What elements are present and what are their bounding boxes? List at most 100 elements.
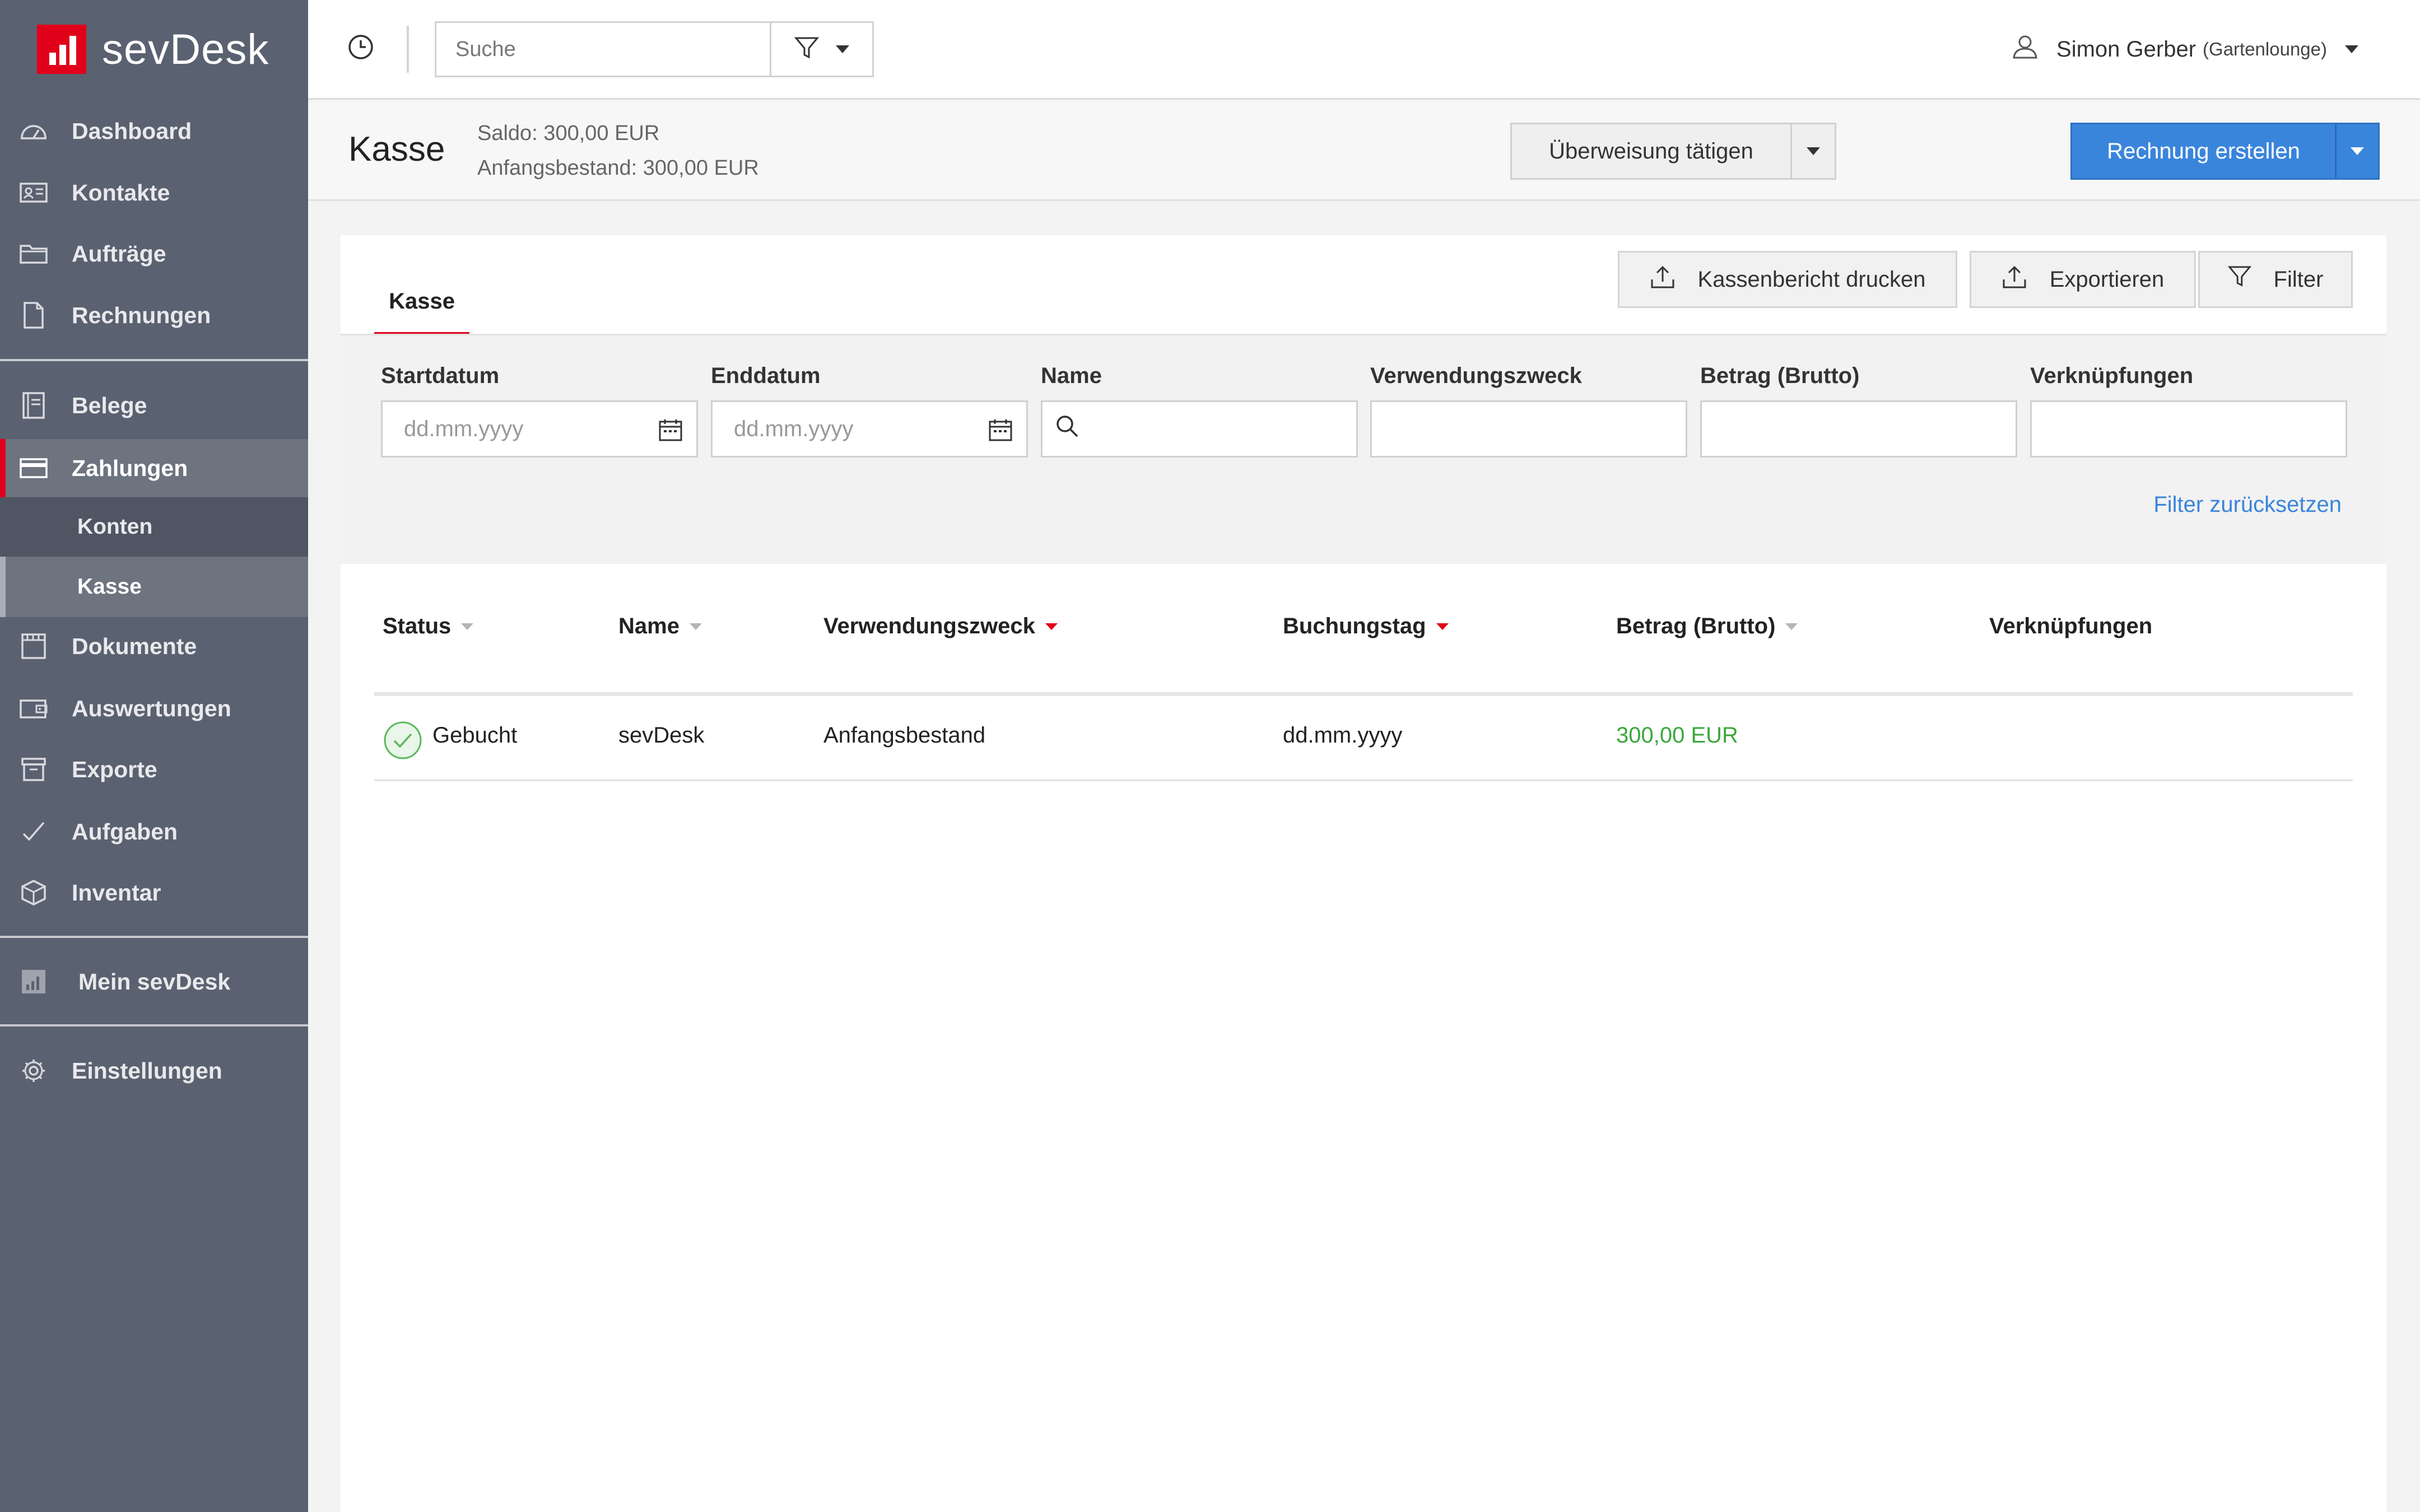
filter-label-verknuepfungen: Verknüpfungen	[2030, 363, 2194, 388]
end-date-placeholder: dd.mm.yyyy	[734, 416, 854, 441]
credit-card-icon	[19, 454, 48, 483]
column-header-verknuepfungen: Verknüpfungen	[1989, 614, 2152, 639]
sidebar-item-aufgaben[interactable]: Aufgaben	[0, 804, 308, 860]
transfer-button-group: Überweisung tätigen	[1510, 123, 1836, 180]
sidebar-item-label: Aufträge	[72, 240, 166, 267]
balance-info: Saldo: 300,00 EUR Anfangsbestand: 300,00…	[477, 116, 759, 185]
sidebar-item-kontakte[interactable]: Kontakte	[0, 165, 308, 221]
sidebar-item-auswertungen[interactable]: Auswertungen	[0, 680, 308, 736]
filter-button[interactable]: Filter	[2198, 251, 2353, 308]
funnel-icon	[2227, 265, 2251, 294]
sidebar-item-zahlungen[interactable]: Zahlungen	[0, 439, 308, 497]
end-date-input[interactable]: dd.mm.yyyy	[711, 400, 1028, 458]
search-filter-button[interactable]	[770, 21, 874, 77]
filter-label-verwendungszweck: Verwendungszweck	[1370, 363, 1582, 388]
user-menu[interactable]: Simon Gerber (Gartenlounge)	[2012, 27, 2358, 72]
sidebar-item-label: Inventar	[72, 879, 161, 906]
invoice-dropdown-button[interactable]	[2337, 124, 2378, 178]
receipts-icon	[19, 391, 48, 420]
logo-bars-icon	[37, 25, 86, 74]
create-invoice-button[interactable]: Rechnung erstellen	[2072, 124, 2337, 178]
search-placeholder: Suche	[455, 37, 516, 61]
sidebar-item-exporte[interactable]: Exporte	[0, 741, 308, 797]
column-header-label: Verwendungszweck	[823, 614, 1035, 638]
dashboard-icon	[19, 116, 48, 146]
sidebar-divider	[0, 936, 308, 938]
cell-status: Gebucht	[432, 723, 518, 748]
saldo-text: Saldo: 300,00 EUR	[477, 122, 660, 145]
sidebar-item-label: Auswertungen	[72, 695, 231, 721]
upload-icon	[2002, 264, 2027, 295]
column-header-verwendungszweck[interactable]: Verwendungszweck	[823, 614, 1058, 639]
column-header-buchungstag[interactable]: Buchungstag	[1283, 614, 1449, 639]
invoice-button-group: Rechnung erstellen	[2070, 123, 2380, 180]
sidebar-item-dashboard[interactable]: Dashboard	[0, 103, 308, 159]
sidebar-item-mein-sevdesk[interactable]: Mein sevDesk	[0, 954, 308, 1010]
sort-caret-active-icon	[1045, 623, 1058, 630]
calendar-icon[interactable]	[658, 418, 683, 448]
sevdesk-logo[interactable]: sevDesk	[37, 25, 269, 74]
column-header-name[interactable]: Name	[618, 614, 702, 639]
transfer-button[interactable]: Überweisung tätigen	[1512, 124, 1792, 178]
bar-chart-icon	[19, 967, 48, 996]
sidebar-subitem-kasse[interactable]: Kasse	[0, 557, 308, 617]
print-cash-report-label: Kassenbericht drucken	[1697, 267, 1926, 292]
cell-name: sevDesk	[618, 723, 705, 748]
column-header-label: Verknüpfungen	[1989, 614, 2153, 638]
links-filter-input[interactable]	[2030, 400, 2347, 458]
sidebar-item-label: Rechnungen	[72, 302, 211, 328]
purpose-filter-input[interactable]	[1370, 400, 1687, 458]
column-header-betrag[interactable]: Betrag (Brutto)	[1616, 614, 1798, 639]
box-icon	[19, 878, 48, 907]
search-icon	[1055, 414, 1079, 444]
sidebar-item-label: Konten	[77, 515, 153, 539]
chevron-down-icon	[2351, 147, 2364, 155]
sidebar-divider	[0, 359, 308, 361]
sidebar-item-inventar[interactable]: Inventar	[0, 865, 308, 921]
sidebar-item-label: Kasse	[77, 575, 142, 599]
print-cash-report-button[interactable]: Kassenbericht drucken	[1618, 251, 1957, 308]
sidebar-item-label: Aufgaben	[72, 818, 178, 844]
column-header-status[interactable]: Status	[383, 614, 474, 639]
filter-label-name: Name	[1041, 363, 1102, 388]
sidebar-subitem-konten[interactable]: Konten	[0, 497, 308, 557]
name-filter-input[interactable]	[1041, 400, 1358, 458]
cell-buchungstag: dd.mm.yyyy	[1283, 723, 1403, 748]
calendar-icon[interactable]	[988, 418, 1013, 448]
search-input[interactable]: Suche	[435, 21, 771, 77]
reset-filter-link[interactable]: Filter zurücksetzen	[2153, 492, 2342, 517]
sidebar-item-label: Zahlungen	[72, 455, 188, 481]
history-clock-icon[interactable]	[347, 34, 374, 60]
sidebar-item-dokumente[interactable]: Dokumente	[0, 618, 308, 674]
transfer-dropdown-button[interactable]	[1792, 124, 1835, 178]
chevron-down-icon	[836, 45, 849, 53]
export-button[interactable]: Exportieren	[1970, 251, 2196, 308]
sidebar-item-belege[interactable]: Belege	[0, 377, 308, 433]
column-header-label: Buchungstag	[1283, 614, 1426, 638]
sidebar-item-auftraege[interactable]: Aufträge	[0, 226, 308, 282]
amount-filter-input[interactable]	[1700, 400, 2017, 458]
gear-icon	[19, 1056, 48, 1085]
sort-caret-icon	[461, 623, 474, 630]
table-header-divider	[374, 692, 2353, 696]
wallet-icon	[19, 694, 48, 723]
column-header-label: Status	[383, 614, 452, 638]
sidebar-item-einstellungen[interactable]: Einstellungen	[0, 1043, 308, 1099]
filter-label-startdatum: Startdatum	[381, 363, 500, 388]
start-date-input[interactable]: dd.mm.yyyy	[381, 400, 698, 458]
documents-icon	[19, 632, 48, 661]
chevron-down-icon	[2345, 45, 2358, 53]
export-label: Exportieren	[2049, 267, 2165, 292]
filter-label-betrag: Betrag (Brutto)	[1700, 363, 1860, 388]
table-row[interactable]: Gebucht sevDesk Anfangsbestand dd.mm.yyy…	[374, 696, 2353, 781]
topbar: Suche Simon Gerber (Gartenlounge)	[308, 0, 2420, 100]
sidebar-item-label: Kontakte	[72, 179, 170, 206]
contacts-icon	[19, 178, 48, 207]
tab-kasse[interactable]: Kasse	[374, 271, 469, 336]
booked-check-icon	[383, 721, 422, 760]
filter-label-enddatum: Enddatum	[711, 363, 821, 388]
funnel-icon	[794, 36, 820, 63]
logo-text: sevDesk	[102, 25, 269, 73]
sidebar-item-rechnungen[interactable]: Rechnungen	[0, 287, 308, 343]
main-card: Kasse Kassenbericht drucken Exportieren …	[341, 235, 2386, 1512]
